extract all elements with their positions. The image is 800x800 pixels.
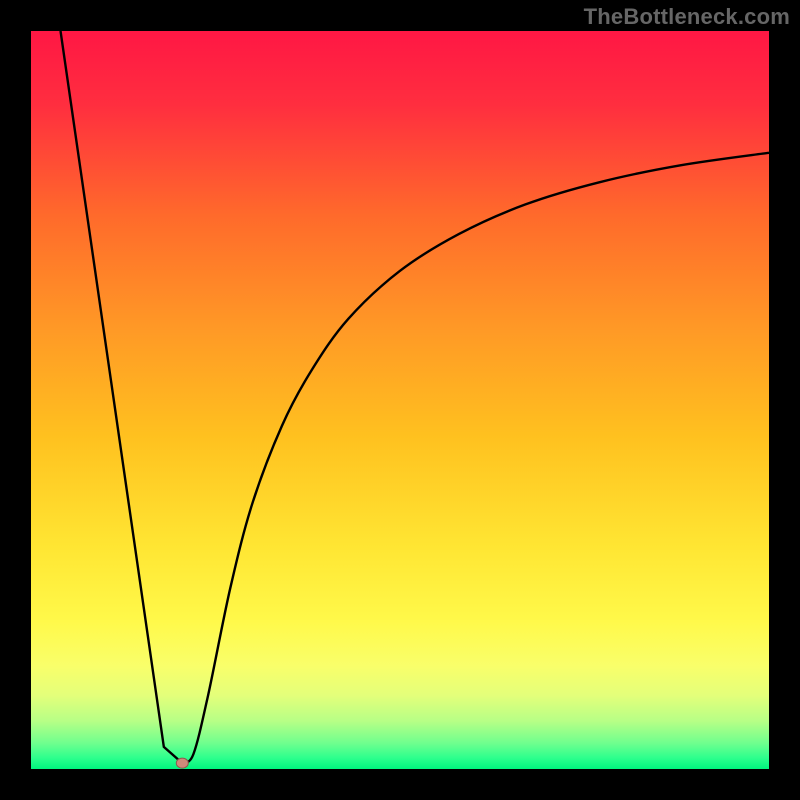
watermark-text: TheBottleneck.com bbox=[584, 4, 790, 30]
plot-inner bbox=[31, 31, 769, 769]
plot-area bbox=[31, 31, 769, 769]
gradient-background bbox=[31, 31, 769, 769]
chart-svg bbox=[31, 31, 769, 769]
chart-frame: TheBottleneck.com bbox=[0, 0, 800, 800]
optimum-marker bbox=[176, 758, 188, 768]
